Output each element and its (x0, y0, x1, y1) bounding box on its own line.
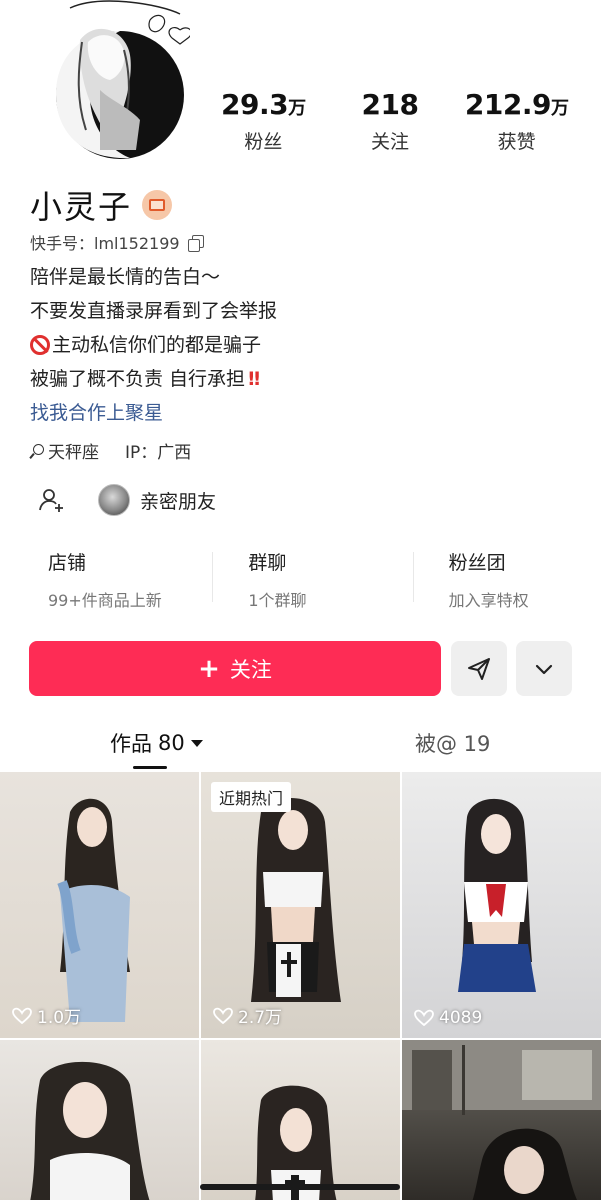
close-friends-label[interactable]: 亲密朋友 (140, 487, 216, 514)
chevron-down-icon (535, 664, 553, 674)
add-friend-icon[interactable] (38, 486, 66, 514)
verified-badge-icon[interactable] (142, 190, 173, 220)
shortcut-subtitle: 99+件商品上新 (48, 591, 162, 610)
shortcut-title: 群聊 (248, 552, 287, 574)
bio-cooperation-link[interactable]: 找我合作上聚星 (30, 396, 277, 430)
caret-down-icon (190, 739, 203, 747)
like-count-text: 1.0万 (37, 1008, 82, 1028)
stat-following-value: 218 (361, 88, 419, 121)
like-count-text: 2.7万 (238, 1008, 283, 1028)
ip-location: IP：广西 (125, 443, 192, 463)
zodiac-icon (30, 443, 44, 458)
video-thumbnail-image (57, 798, 130, 1022)
video-thumbnail[interactable]: 1.0万 (0, 772, 199, 1038)
heart-icon (414, 1009, 434, 1027)
shortcut-title: 粉丝团 (448, 552, 506, 574)
profile-uid: 快手号：lml152199 (30, 230, 204, 254)
tab-works[interactable]: 作品 80 (110, 728, 203, 758)
stat-likes-value: 212.9 (464, 88, 552, 121)
prohibited-icon (30, 335, 50, 355)
tab-works-label: 作品 (110, 732, 152, 756)
active-tab-indicator (133, 766, 167, 769)
heart-icon (213, 1007, 233, 1024)
bio-line: 不要发直播录屏看到了会举报 (30, 300, 278, 322)
paper-plane-icon (468, 657, 490, 680)
video-thumbnail-image (402, 1040, 601, 1200)
tab-works-count: 80 (158, 731, 185, 755)
video-thumbnail-image (30, 1061, 150, 1200)
video-thumbnail[interactable]: 4089 (402, 772, 601, 1038)
copy-icon[interactable] (187, 234, 204, 252)
stat-likes[interactable]: 212.9万 获赞 (453, 88, 580, 154)
content-tabs: 作品 80 被@ 19 (0, 724, 601, 772)
stat-following-label: 关注 (371, 131, 410, 153)
video-thumbnail-image (458, 798, 536, 992)
plus-icon: + (198, 653, 220, 684)
like-count: 4089 (414, 1008, 482, 1028)
friends-row: 亲密朋友 (38, 484, 216, 516)
stat-followers[interactable]: 29.3万 粉丝 (200, 88, 327, 154)
like-count: 2.7万 (213, 1003, 282, 1028)
more-options-button[interactable] (516, 641, 572, 696)
bio-line: 被骗了概不负责 自行承担 (30, 368, 246, 390)
video-thumbnail-image (255, 1085, 337, 1200)
follow-button[interactable]: + 关注 (29, 641, 441, 696)
profile-stats: 29.3万 粉丝 218 关注 212.9万 获赞 (200, 88, 580, 154)
shortcut-subtitle: 加入享特权 (448, 591, 529, 610)
video-thumbnail[interactable] (201, 1040, 400, 1200)
double-exclamation-icon: !! (247, 368, 261, 390)
stat-likes-unit: 万 (550, 98, 569, 119)
stat-followers-value: 29.3 (221, 88, 289, 121)
stat-followers-unit: 万 (288, 98, 306, 119)
like-count: 1.0万 (12, 1003, 81, 1028)
stat-likes-label: 获赞 (497, 131, 536, 153)
follow-button-label: 关注 (229, 657, 272, 682)
shortcut-fan-club[interactable]: 粉丝团 加入享特权 (401, 548, 601, 611)
shortcut-shop[interactable]: 店铺 99+件商品上新 (0, 548, 200, 611)
video-grid: 1.0万 近期热门 2.7万 4089 (0, 772, 601, 1200)
shortcut-group-chat[interactable]: 群聊 1个群聊 (200, 548, 400, 611)
send-message-button[interactable] (451, 641, 507, 696)
home-indicator[interactable] (200, 1184, 400, 1190)
heart-icon (12, 1007, 32, 1024)
zodiac-label[interactable]: 天秤座 (48, 438, 99, 463)
profile-name-row: 小灵子 (30, 182, 173, 228)
trending-tag: 近期热门 (211, 782, 292, 812)
like-count-text: 4089 (439, 1008, 483, 1028)
stat-following[interactable]: 218 关注 (327, 88, 454, 154)
close-friend-avatar[interactable] (98, 484, 130, 516)
tab-mentions[interactable]: 被@ 19 (415, 728, 490, 758)
video-thumbnail[interactable] (0, 1040, 199, 1200)
profile-uid-text: 快手号：lml152199 (30, 234, 180, 253)
video-thumbnail[interactable]: 近期热门 2.7万 (201, 772, 400, 1038)
profile-bio: 陪伴是最长情的告白～ 不要发直播录屏看到了会举报 主动私信你们的都是骗子 被骗了… (30, 260, 277, 430)
bio-line: 主动私信你们的都是骗子 (52, 334, 262, 356)
profile-name: 小灵子 (30, 188, 133, 226)
bio-line: 陪伴是最长情的告白～ (30, 266, 221, 288)
shortcut-subtitle: 1个群聊 (248, 591, 307, 610)
avatar-illustration (56, 0, 192, 159)
profile-avatar[interactable] (40, 0, 192, 160)
profile-shortcuts: 店铺 99+件商品上新 群聊 1个群聊 粉丝团 加入享特权 (0, 548, 601, 611)
video-thumbnail[interactable] (402, 1040, 601, 1200)
profile-info-row: 天秤座 IP：广西 (30, 438, 191, 463)
shortcut-title: 店铺 (48, 552, 87, 574)
stat-followers-label: 粉丝 (244, 131, 283, 153)
